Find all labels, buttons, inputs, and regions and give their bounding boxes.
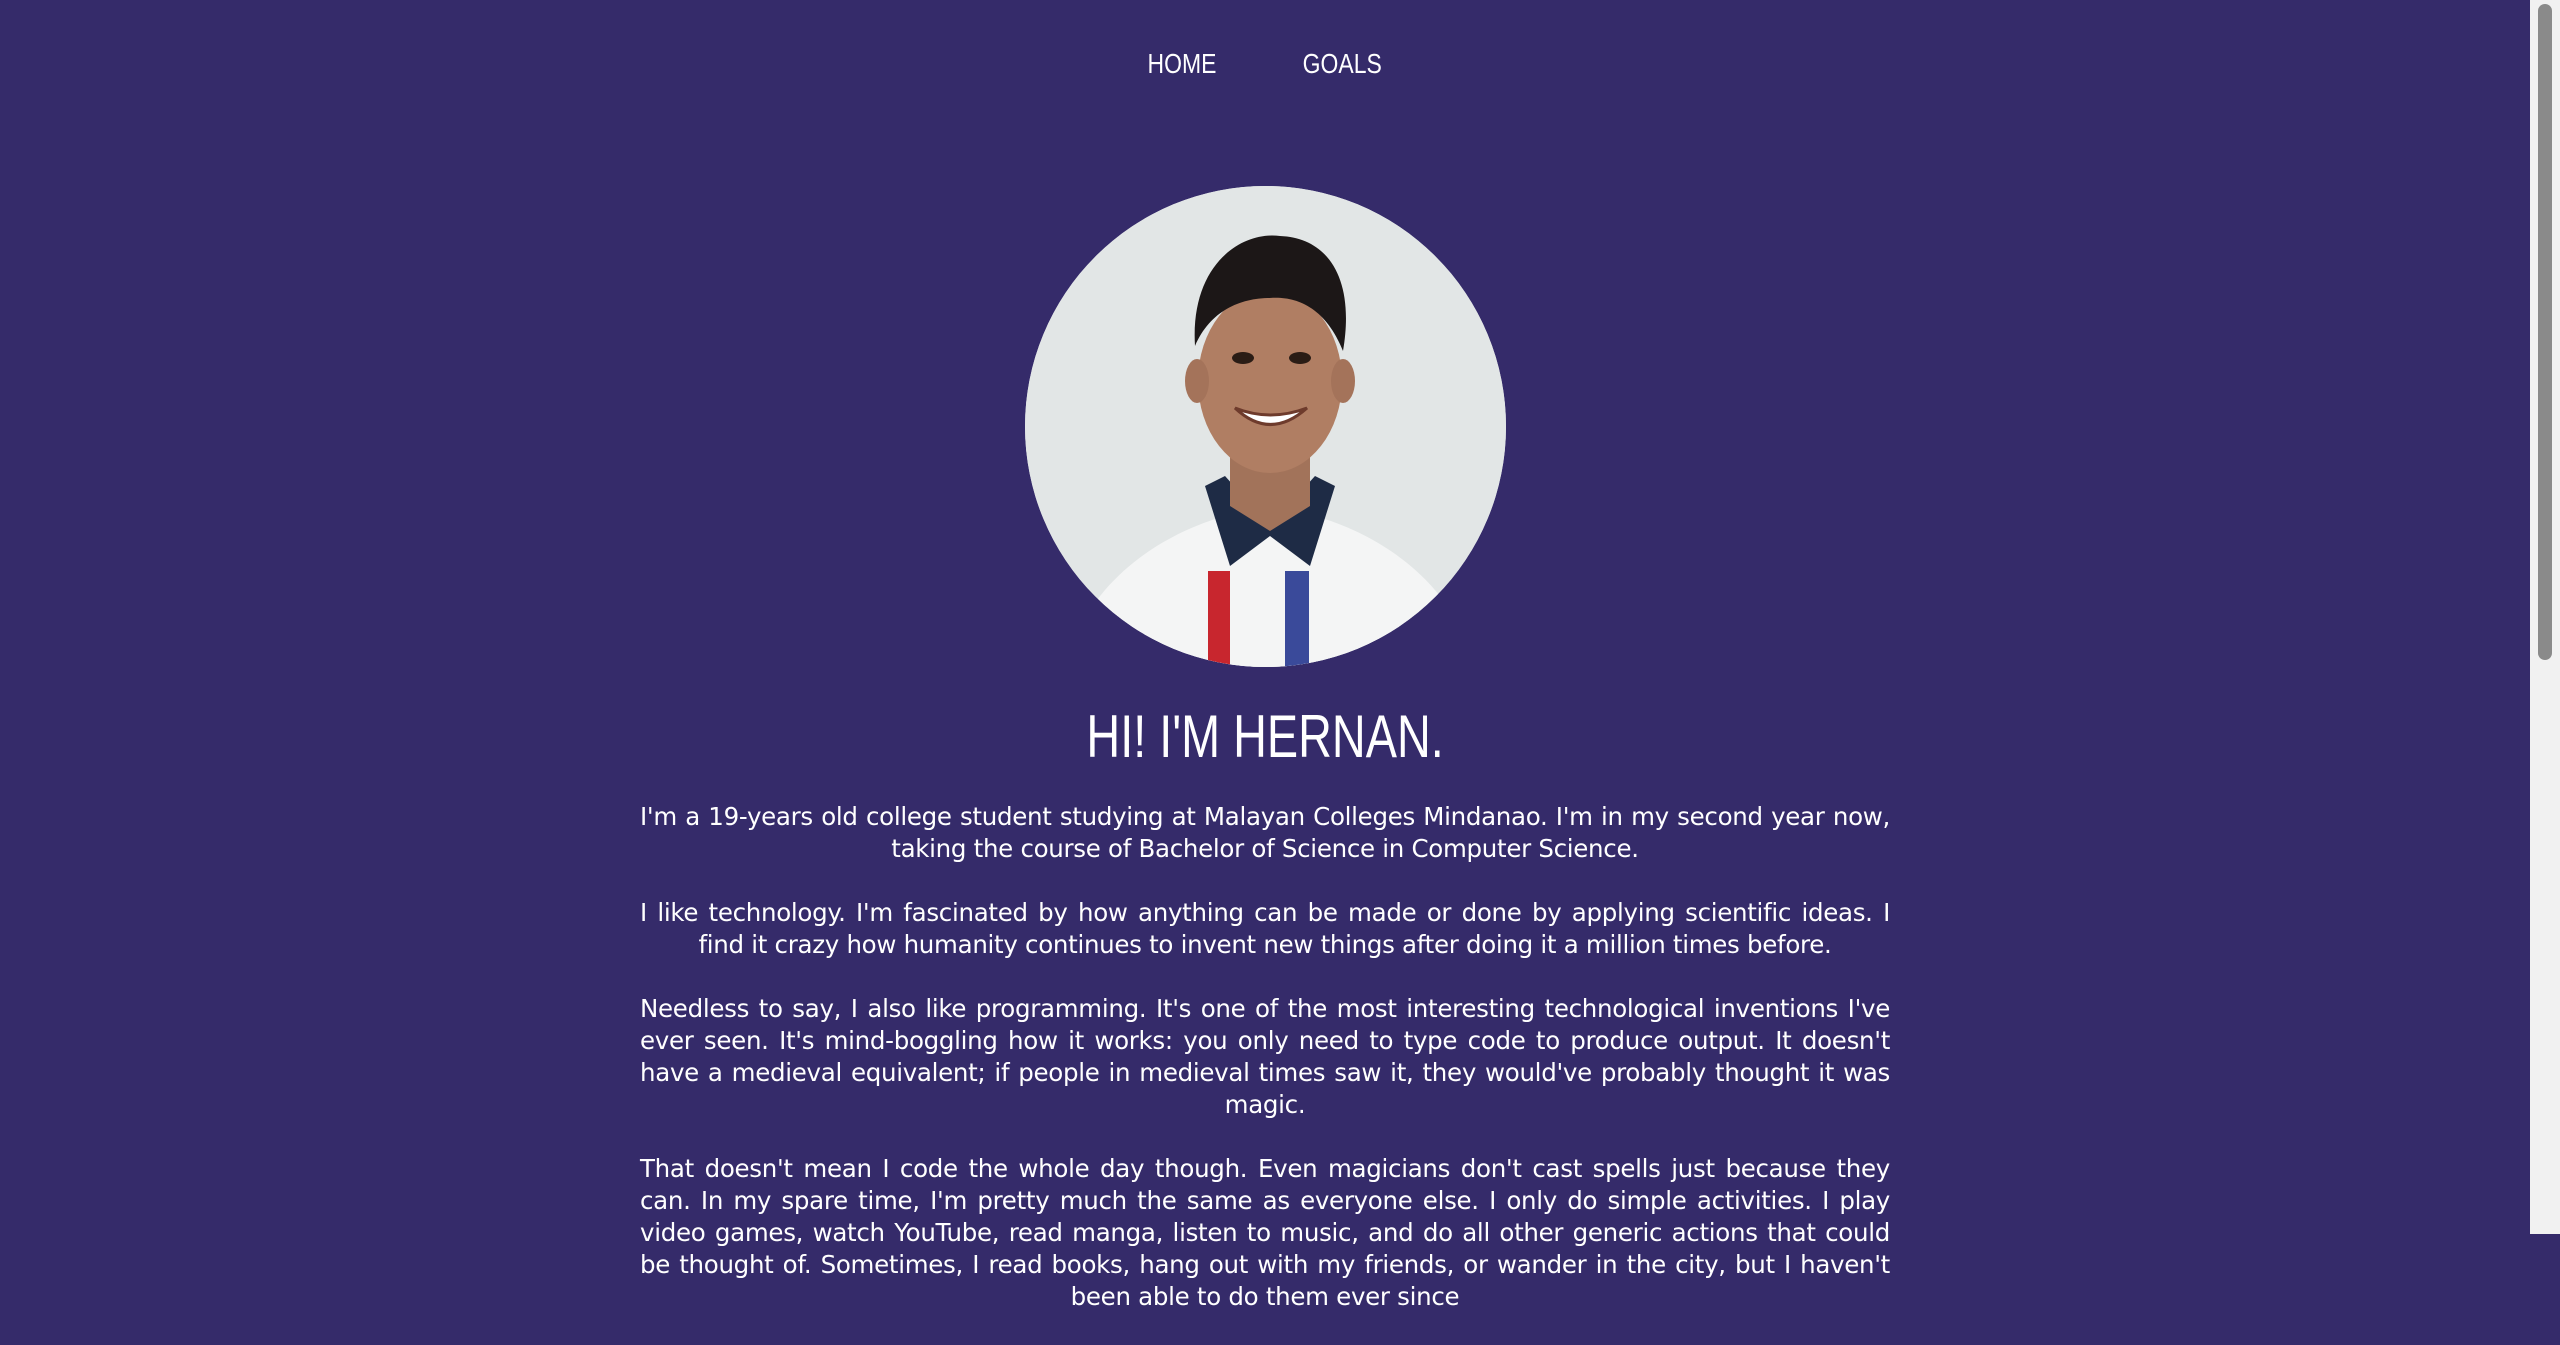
profile-photo xyxy=(1025,186,1506,667)
nav-link-home[interactable]: HOME xyxy=(1147,48,1216,80)
bio-section: I'm a 19-years old college student study… xyxy=(640,801,1890,1345)
bio-paragraph-2: I like technology. I'm fascinated by how… xyxy=(640,898,1890,959)
page-title: HI! I'M HERNAN. xyxy=(0,702,2530,772)
bio-paragraph-1: I'm a 19-years old college student study… xyxy=(640,802,1890,863)
page-scrollbar[interactable] xyxy=(2530,0,2560,1234)
bio-paragraph-4: That doesn't mean I code the whole day t… xyxy=(640,1154,1890,1311)
nav-link-goals[interactable]: GOALS xyxy=(1302,48,1381,80)
bio-paragraph-3: Needless to say, I also like programming… xyxy=(640,994,1890,1119)
scrollbar-thumb[interactable] xyxy=(2538,4,2552,660)
page-title-text: HI! I'M HERNAN. xyxy=(1086,703,1444,770)
top-nav: HOME GOALS xyxy=(0,48,2530,80)
